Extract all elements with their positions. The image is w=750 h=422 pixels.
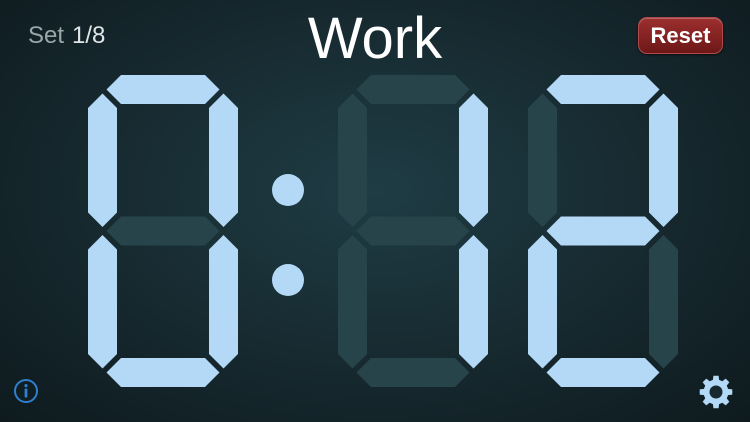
segment-top-right [209,93,238,227]
segment-bottom [106,358,220,387]
segment-top [546,75,660,104]
segment-top-left [338,93,367,227]
info-icon[interactable] [13,378,39,404]
gear-hole [709,385,723,399]
segment-top-left [88,93,117,227]
segment-bottom-right [459,235,488,369]
segment-bottom-right [649,235,678,369]
timer-colon [272,174,304,296]
gear-icon[interactable] [696,372,736,412]
segment-top [106,75,220,104]
segment-top [356,75,470,104]
segment-bottom-right [209,235,238,369]
segment-top-right [649,93,678,227]
segment-bottom [356,358,470,387]
colon-dot-lower [272,264,304,296]
timer-digit-3 [528,75,678,387]
segment-middle [356,216,470,246]
segment-middle [106,216,220,246]
segment-bottom-left [88,235,117,369]
timer-digit-1 [88,75,238,387]
timer-digit-2 [338,75,488,387]
segment-bottom [546,358,660,387]
segment-top-left [528,93,557,227]
seven-segment-display [88,75,678,387]
segment-bottom-left [528,235,557,369]
segment-bottom-left [338,235,367,369]
segment-top-right [459,93,488,227]
colon-dot-upper [272,174,304,206]
segment-middle [546,216,660,246]
